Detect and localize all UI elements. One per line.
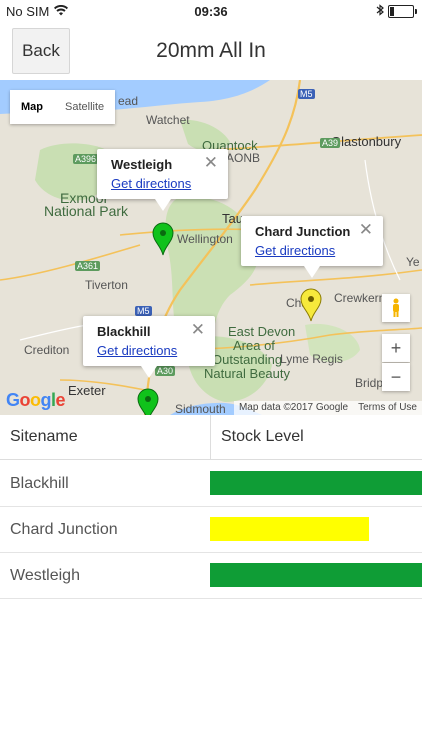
stock-table: Sitename Stock Level Blackhill Chard Jun… xyxy=(0,415,422,599)
street-view-pegman-icon[interactable] xyxy=(382,294,410,322)
map-label: A361 xyxy=(75,261,101,271)
map-view[interactable]: Map Satellite ead Watchet Quantock AONB … xyxy=(0,80,422,415)
map-attribution: Map data ©2017 Google Terms of Use xyxy=(233,401,422,415)
map-label: Tiverton xyxy=(85,278,128,292)
status-bar: No SIM 09:36 xyxy=(0,0,422,22)
map-marker-westleigh[interactable] xyxy=(152,222,174,261)
map-marker-chard-junction[interactable] xyxy=(300,288,322,327)
info-window-chard-junction: Chard Junction Get directions ✕ xyxy=(241,216,383,278)
map-type-control: Map Satellite xyxy=(10,90,116,124)
header-sitename: Sitename xyxy=(0,415,211,459)
terms-of-use-link[interactable]: Terms of Use xyxy=(353,401,422,415)
map-label: Ye xyxy=(406,255,420,269)
map-label: Outstanding xyxy=(212,352,283,367)
table-row[interactable]: Chard Junction xyxy=(0,507,422,553)
map-label: A39 xyxy=(320,138,341,148)
info-window-westleigh: Westleigh Get directions ✕ xyxy=(97,149,228,211)
map-label: Lyme Regis xyxy=(280,352,343,366)
map-label: A396 xyxy=(73,154,99,164)
stock-level-bar xyxy=(210,517,369,541)
clock: 09:36 xyxy=(194,3,228,19)
map-type-satellite-button[interactable]: Satellite xyxy=(54,90,115,124)
stock-level-bar xyxy=(210,471,422,495)
map-marker-blackhill[interactable] xyxy=(137,388,159,415)
map-label: Glastonbury xyxy=(331,134,402,149)
google-logo: Google xyxy=(6,390,66,410)
map-label: Tau xyxy=(222,211,243,226)
close-icon[interactable]: ✕ xyxy=(359,220,373,240)
map-label: AONB xyxy=(226,151,261,165)
map-label: M5 xyxy=(135,306,152,316)
stock-level-bar xyxy=(210,563,422,587)
map-label: East Devon xyxy=(228,324,296,339)
map-data-label: Map data ©2017 Google xyxy=(238,402,349,413)
info-window-title: Westleigh xyxy=(111,157,173,172)
site-name: Chard Junction xyxy=(10,520,118,538)
zoom-out-button[interactable]: − xyxy=(382,363,410,391)
info-window-blackhill: Blackhill Get directions ✕ xyxy=(83,316,215,378)
map-label: Bridp xyxy=(355,376,384,390)
map-label: A30 xyxy=(155,366,176,376)
get-directions-link[interactable]: Get directions xyxy=(255,243,369,258)
map-label: Exeter xyxy=(68,383,106,398)
map-label: ead xyxy=(118,94,139,108)
get-directions-link[interactable]: Get directions xyxy=(111,176,214,191)
nav-header: Back 20mm All In xyxy=(0,22,422,81)
back-button[interactable]: Back xyxy=(12,28,70,74)
map-type-map-button[interactable]: Map xyxy=(10,90,54,124)
table-row[interactable]: Westleigh xyxy=(0,553,422,599)
map-label: Area of xyxy=(233,338,275,353)
map-label: Watchet xyxy=(146,113,190,127)
battery-icon xyxy=(388,4,417,18)
get-directions-link[interactable]: Get directions xyxy=(97,343,201,358)
map-label: Crediton xyxy=(24,343,70,357)
map-label: M5 xyxy=(298,89,315,99)
map-label: Wellington xyxy=(177,232,233,246)
close-icon[interactable]: ✕ xyxy=(191,320,205,340)
map-label: Natural Beauty xyxy=(204,366,290,381)
zoom-in-button[interactable]: + xyxy=(382,334,410,362)
header-stock-level: Stock Level xyxy=(221,428,304,445)
site-name: Westleigh xyxy=(10,566,80,584)
table-row[interactable]: Blackhill xyxy=(0,461,422,507)
map-label: Sidmouth xyxy=(175,402,226,415)
table-header: Sitename Stock Level xyxy=(0,415,422,460)
close-icon[interactable]: ✕ xyxy=(204,153,218,173)
info-window-title: Chard Junction xyxy=(255,224,351,239)
info-window-title: Blackhill xyxy=(97,324,151,339)
site-name: Blackhill xyxy=(10,474,69,492)
map-label: National Park xyxy=(44,203,129,219)
